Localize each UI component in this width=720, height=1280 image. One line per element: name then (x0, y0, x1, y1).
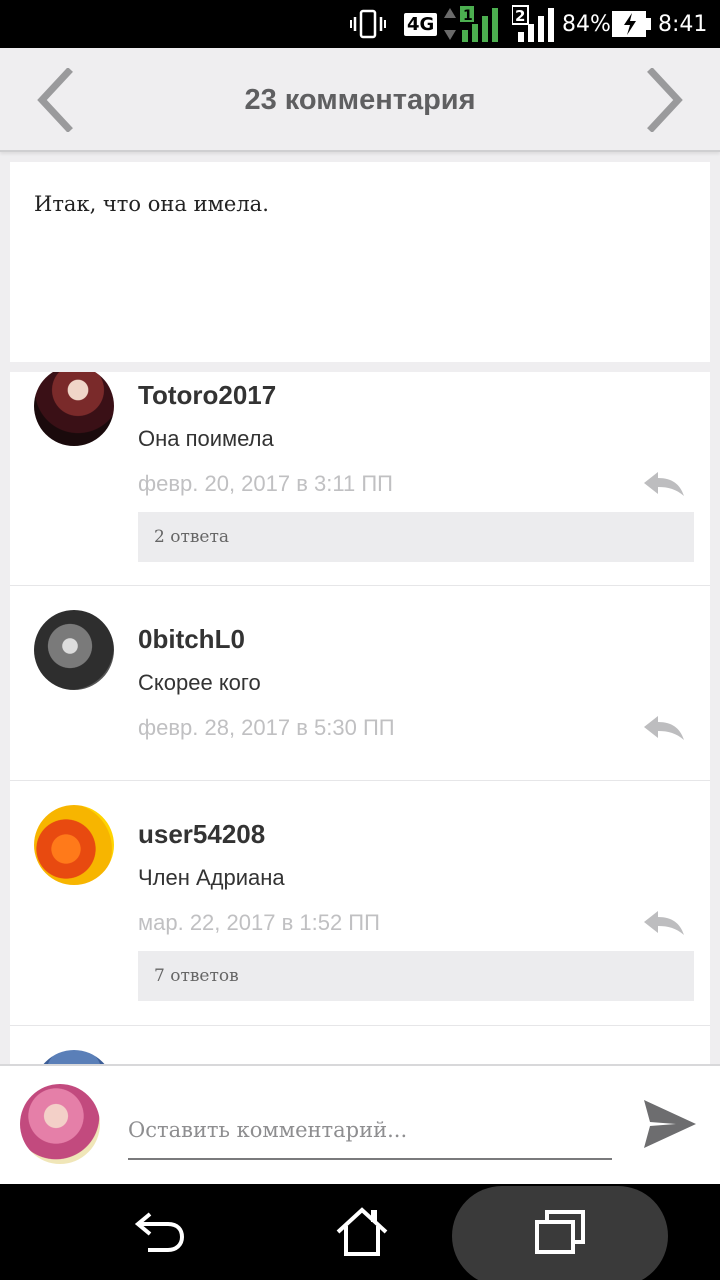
replies-button[interactable]: 7 ответов (138, 951, 694, 1001)
post-card: Итак, что она имела. (10, 162, 710, 362)
comment-item: user54208 Член Адриана мар. 22, 2017 в 1… (10, 781, 710, 1026)
reply-icon[interactable] (642, 714, 686, 742)
home-icon[interactable] (322, 1184, 402, 1280)
recent-apps-icon[interactable] (520, 1184, 600, 1280)
status-bar: 4G 1 2 84% 8:41 (0, 0, 720, 48)
comment-item: 0bitchL0 Скорее кого февр. 28, 2017 в 5:… (10, 586, 710, 781)
comment-input[interactable] (128, 1102, 612, 1160)
comment-list[interactable]: Totoro2017 Она поимела февр. 20, 2017 в … (10, 372, 710, 1064)
comment-username[interactable]: user54208 (138, 819, 265, 850)
comment-composer (0, 1064, 720, 1184)
signal-icon: 1 (442, 0, 500, 48)
signal-sim2-icon: 2 (512, 0, 554, 48)
svg-text:1: 1 (463, 8, 473, 24)
avatar[interactable] (34, 610, 114, 690)
avatar[interactable] (34, 1050, 114, 1064)
system-nav-bar (0, 1184, 720, 1280)
comment-date: февр. 20, 2017 в 3:11 ПП (138, 471, 393, 496)
comment-item: Totoro2017 Она поимела февр. 20, 2017 в … (10, 372, 710, 586)
clock: 8:41 (658, 11, 708, 37)
comment-username[interactable]: 0bitchL0 (138, 624, 245, 655)
send-icon[interactable] (640, 1096, 698, 1152)
avatar[interactable] (34, 372, 114, 446)
reply-icon[interactable] (642, 909, 686, 937)
back-icon[interactable] (120, 1184, 200, 1280)
my-avatar (20, 1084, 100, 1164)
battery-percent: 84% (562, 11, 611, 37)
comment-date: февр. 28, 2017 в 5:30 ПП (138, 715, 395, 740)
comment-text: Она поимела (138, 426, 274, 451)
page-title: 23 комментария (244, 84, 476, 116)
comments-screen: 4G 1 2 84% 8:41 23 комментария Итак, что… (0, 0, 720, 1280)
svg-text:2: 2 (515, 7, 525, 25)
comment-text: Скорее кого (138, 670, 261, 695)
vibrate-icon (350, 0, 386, 48)
reply-icon[interactable] (642, 470, 686, 498)
avatar[interactable] (34, 805, 114, 885)
top-bar: 23 комментария (0, 48, 720, 152)
comment-text: Член Адриана (138, 865, 285, 890)
comment-username[interactable]: Totoro2017 (138, 380, 276, 411)
chevron-right-icon[interactable] (632, 67, 692, 133)
battery-icon (612, 0, 652, 48)
chevron-left-icon[interactable] (28, 67, 88, 133)
comment-date: мар. 22, 2017 в 1:52 ПП (138, 910, 380, 935)
post-text: Итак, что она имела. (34, 192, 269, 216)
replies-button[interactable]: 2 ответа (138, 512, 694, 562)
network-type: 4G (404, 0, 438, 48)
